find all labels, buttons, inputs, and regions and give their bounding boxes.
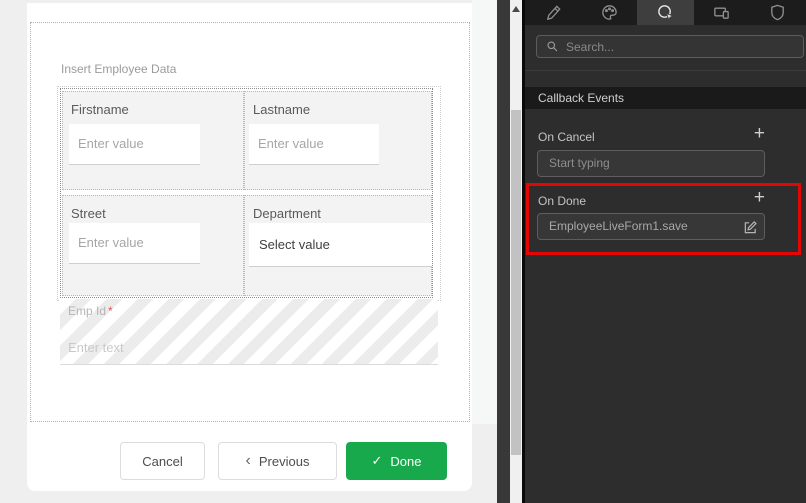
app-window: Insert Employee Data Firstname Enter val… [0, 0, 806, 503]
required-asterisk: * [108, 304, 113, 318]
events-cursor-icon [656, 3, 675, 22]
lastname-input[interactable]: Enter value [249, 124, 379, 165]
edit-action-button[interactable] [741, 218, 759, 236]
field-label: Firstname [71, 102, 129, 117]
design-canvas: Insert Employee Data Firstname Enter val… [0, 0, 497, 503]
scrollbar-thumb[interactable] [511, 110, 521, 455]
panel-search-input[interactable]: Search... [536, 35, 804, 58]
panel-divider [525, 70, 806, 71]
form-footer: Cancel ‹ Previous ✓ Done [27, 424, 472, 491]
form-widget[interactable]: Firstname Enter value Lastname Enter val… [60, 88, 433, 298]
previous-button[interactable]: ‹ Previous [218, 442, 337, 480]
tab-general[interactable] [525, 0, 581, 25]
palette-icon [600, 3, 619, 22]
street-input[interactable]: Enter value [69, 223, 200, 264]
field-cell-firstname[interactable]: Firstname Enter value [62, 91, 244, 190]
on-cancel-label: On Cancel [538, 130, 595, 144]
canvas-scrollbar[interactable] [510, 0, 522, 503]
search-placeholder: Search... [566, 40, 614, 54]
panel-resizer-strip[interactable] [497, 0, 510, 503]
page-card: Insert Employee Data Firstname Enter val… [27, 3, 472, 424]
field-cell-department[interactable]: Department Select value [244, 195, 432, 296]
on-cancel-input[interactable]: Start typing [537, 150, 765, 177]
canvas-right-gutter [472, 0, 497, 424]
search-icon [546, 40, 559, 53]
shield-icon [768, 3, 787, 22]
cancel-button[interactable]: Cancel [120, 442, 205, 480]
department-select[interactable]: Select value [249, 223, 432, 267]
tab-style[interactable] [581, 0, 637, 25]
empid-field-striped[interactable]: Emp Id* Enter text [60, 299, 438, 365]
scrollbar-up-arrow-icon[interactable] [512, 6, 520, 12]
pen-icon [544, 3, 563, 22]
devices-icon [712, 3, 731, 22]
edit-icon [743, 220, 758, 235]
panel-tab-bar [525, 0, 806, 25]
add-on-done-icon[interactable]: + [754, 188, 765, 207]
add-on-cancel-icon[interactable]: + [754, 124, 765, 143]
page-title: Insert Employee Data [61, 62, 176, 76]
on-cancel-row: On Cancel + [538, 128, 765, 144]
chevron-left-icon: ‹ [246, 453, 251, 469]
firstname-input[interactable]: Enter value [69, 124, 200, 165]
properties-panel: Search... Callback Events On Cancel + St… [522, 0, 806, 503]
callback-events-header: Callback Events [525, 87, 806, 109]
on-done-label: On Done [538, 194, 586, 208]
on-done-row: On Done + [538, 192, 765, 208]
check-icon: ✓ [372, 453, 383, 469]
tab-security[interactable] [750, 0, 806, 25]
field-cell-lastname[interactable]: Lastname Enter value [244, 91, 432, 190]
field-cell-street[interactable]: Street Enter value [62, 195, 244, 296]
field-label: Street [71, 206, 106, 221]
on-done-input[interactable]: EmployeeLiveForm1.save [537, 213, 765, 240]
field-label: Lastname [253, 102, 310, 117]
tab-events[interactable] [637, 0, 693, 25]
tab-responsive[interactable] [694, 0, 750, 25]
done-button[interactable]: ✓ Done [346, 442, 447, 480]
page-outline[interactable]: Insert Employee Data Firstname Enter val… [30, 22, 470, 422]
empid-label: Emp Id* [68, 304, 113, 318]
empid-input[interactable]: Enter text [68, 340, 124, 355]
field-label: Department [253, 206, 321, 221]
